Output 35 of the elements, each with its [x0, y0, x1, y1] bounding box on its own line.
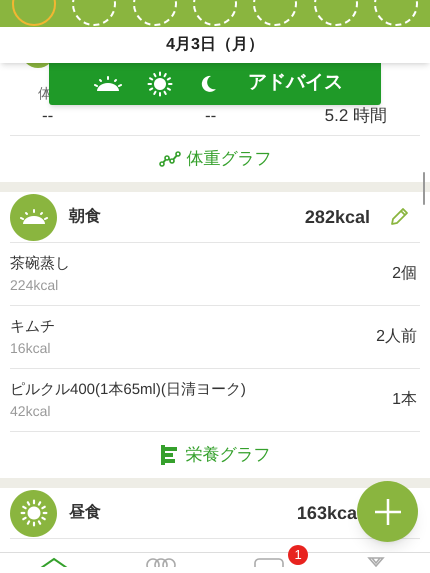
food-amount: 2個: [392, 264, 417, 284]
chat-icon: [254, 557, 284, 567]
weight-graph-link[interactable]: 体重グラフ: [158, 146, 272, 172]
food-amount: 1本: [392, 390, 417, 410]
food-amount: 2人前: [376, 327, 417, 347]
food-name: ピルクル400(1本65ml)(日清ヨーク): [10, 380, 246, 400]
sun-icon: [147, 70, 173, 96]
notification-badge: 1: [288, 545, 308, 565]
stat-value: 5.2 時間: [324, 105, 387, 127]
add-button[interactable]: [357, 481, 418, 542]
food-name: キムチ: [10, 317, 55, 337]
bar-chart-icon: [160, 444, 180, 466]
sun-icon: [20, 499, 48, 527]
plus-icon: [374, 498, 402, 526]
home-icon: [38, 557, 69, 567]
food-name: 茶碗蒸し: [10, 254, 70, 274]
meal-kcal: 163kca: [296, 502, 357, 524]
meal-name: 朝食: [69, 206, 101, 227]
scrollbar: [423, 172, 425, 205]
food-kcal: 42kcal: [10, 402, 52, 421]
food-kcal: 224kcal: [10, 276, 60, 295]
stat-value: --: [42, 105, 54, 127]
sunrise-icon: [94, 76, 122, 92]
date-title: 4月3日（月）: [166, 35, 264, 55]
sunrise-icon: [20, 209, 48, 225]
people-icon: [144, 557, 178, 567]
stat-value: --: [205, 105, 216, 127]
nutrition-graph-link[interactable]: 栄養グラフ: [160, 442, 270, 468]
line-chart-icon: [158, 151, 180, 167]
pencil-icon[interactable]: [388, 206, 410, 228]
meal-name: 昼食: [69, 502, 101, 523]
advice-banner[interactable]: アドバイス: [49, 62, 381, 105]
food-kcal: 16kcal: [10, 339, 52, 358]
advice-label: アドバイス: [248, 71, 343, 96]
meal-kcal: 282kcal: [304, 206, 370, 228]
